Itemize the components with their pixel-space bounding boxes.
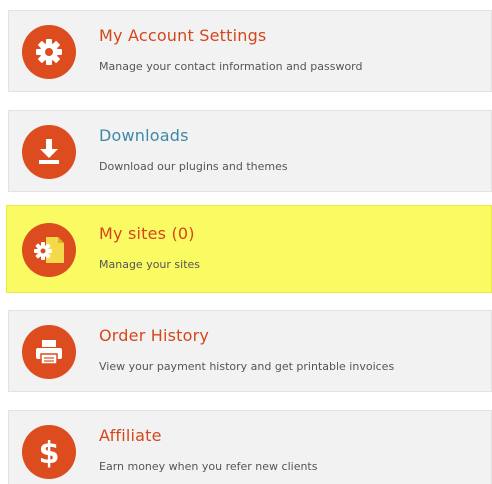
menu-item-title[interactable]: Downloads — [99, 126, 189, 145]
gear-icon — [22, 25, 76, 79]
menu-item-title[interactable]: My sites (0) — [99, 224, 195, 243]
download-icon — [22, 125, 76, 179]
menu-item-description: Download our plugins and themes — [99, 160, 288, 173]
menu-item-my-sites[interactable]: My sites (0) Manage your sites — [6, 205, 492, 293]
sites-gear-icon — [22, 223, 76, 277]
menu-item-account-settings[interactable]: My Account Settings Manage your contact … — [8, 10, 492, 92]
dollar-icon: $ — [22, 425, 76, 479]
menu-item-title[interactable]: Order History — [99, 326, 209, 345]
menu-item-order-history[interactable]: Order History View your payment history … — [8, 310, 492, 392]
printer-icon — [22, 325, 76, 379]
svg-text:$: $ — [39, 436, 60, 469]
menu-item-description: Manage your sites — [99, 258, 201, 271]
menu-item-description: Earn money when you refer new clients — [99, 460, 318, 473]
menu-item-downloads[interactable]: Downloads Download our plugins and theme… — [8, 110, 492, 192]
menu-item-description: Manage your contact information and pass… — [99, 60, 363, 73]
menu-item-title[interactable]: Affiliate — [99, 426, 162, 445]
menu-item-description: View your payment history and get printa… — [99, 360, 395, 373]
menu-item-affiliate[interactable]: $ Affiliate Earn money when you refer ne… — [8, 410, 492, 484]
menu-item-title[interactable]: My Account Settings — [99, 26, 266, 45]
